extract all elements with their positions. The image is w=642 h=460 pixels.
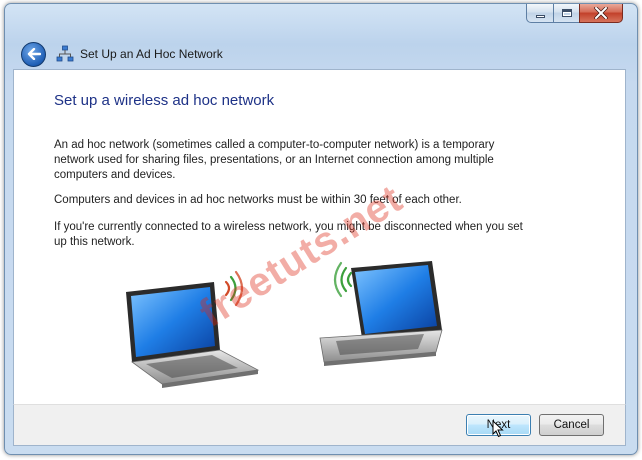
right-wireless-signal-icon: [333, 261, 353, 298]
mouse-cursor-icon: [492, 420, 504, 438]
dialog-footer: Next Cancel: [13, 404, 626, 446]
content-panel: Set up a wireless ad hoc network An ad h…: [13, 69, 626, 404]
title-row: Set Up an Ad Hoc Network: [21, 38, 223, 70]
network-icon: [56, 45, 74, 62]
caption-buttons: [526, 4, 623, 24]
window-title: Set Up an Ad Hoc Network: [80, 47, 223, 61]
minimize-icon: [535, 14, 545, 18]
back-button[interactable]: [21, 41, 46, 67]
back-arrow-icon: [27, 48, 41, 60]
maximize-button[interactable]: [553, 4, 579, 23]
cancel-button[interactable]: Cancel: [539, 414, 604, 436]
right-laptop-image: [319, 261, 443, 366]
close-icon: [594, 7, 608, 19]
close-button[interactable]: [579, 4, 623, 23]
minimize-button[interactable]: [526, 4, 553, 23]
maximize-icon: [561, 9, 572, 17]
